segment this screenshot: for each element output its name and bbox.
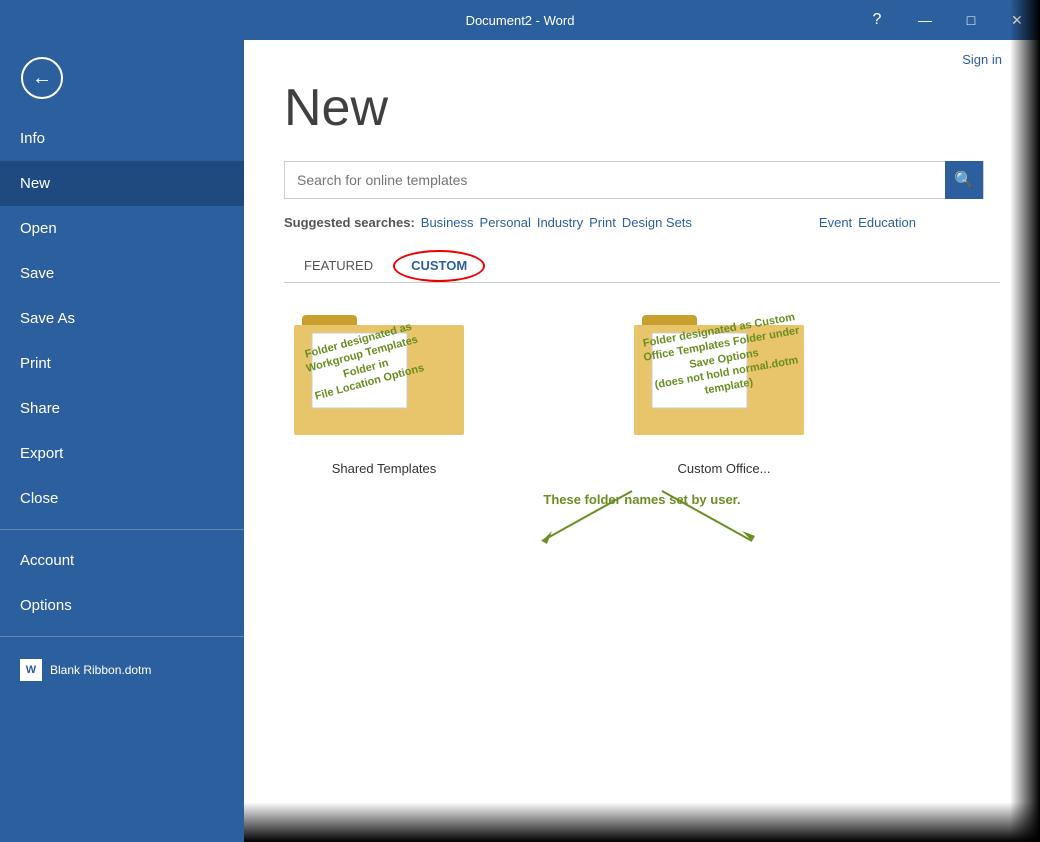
arrow-annotation-svg: These folder names set by user. (442, 486, 842, 556)
tab-featured[interactable]: FEATURED (284, 250, 393, 283)
search-input[interactable] (285, 162, 945, 198)
maximize-button[interactable]: □ (948, 0, 994, 40)
search-button[interactable]: 🔍 (945, 161, 983, 199)
arrow-annotation-container: These folder names set by user. (284, 486, 1000, 556)
suggested-label: Suggested searches: (284, 215, 415, 230)
window-controls: — □ ✕ (902, 0, 1040, 40)
folder-custom-office[interactable]: Folder designated as Custom Office Templ… (624, 313, 824, 476)
sidebar-item-save[interactable]: Save (0, 251, 244, 296)
templates-area: Folder designated as Workgroup Templates… (284, 313, 1000, 476)
sign-in-button[interactable]: Sign in (954, 48, 1010, 71)
pinned-doc-item[interactable]: W Blank Ribbon.dotm (0, 645, 244, 695)
suggested-business[interactable]: Business (421, 215, 474, 230)
sidebar-item-options[interactable]: Options (0, 583, 244, 628)
suggested-education[interactable]: Education (858, 215, 916, 230)
sidebar-item-share[interactable]: Share (0, 386, 244, 431)
word-doc-icon: W (20, 659, 42, 681)
suggested-searches: Suggested searches: Business Personal In… (284, 215, 1000, 230)
close-button[interactable]: ✕ (994, 0, 1040, 40)
sidebar-item-save-as[interactable]: Save As (0, 296, 244, 341)
app-container: ← Info New Open Save Save As Print Share… (0, 40, 1040, 842)
title-bar: Document2 - Word ? — □ ✕ (0, 0, 1040, 40)
sidebar-item-new[interactable]: New (0, 161, 244, 206)
folder-shared-templates[interactable]: Folder designated as Workgroup Templates… (284, 313, 484, 476)
suggested-personal[interactable]: Personal (480, 215, 531, 230)
pinned-doc-label: Blank Ribbon.dotm (50, 663, 151, 677)
sidebar-item-export[interactable]: Export (0, 431, 244, 476)
suggested-print[interactable]: Print (589, 215, 616, 230)
tab-custom[interactable]: CUSTOM (393, 250, 485, 282)
minimize-button[interactable]: — (902, 0, 948, 40)
folder-shared-name: Shared Templates (332, 461, 437, 476)
folder-custom-name: Custom Office... (678, 461, 771, 476)
sidebar: ← Info New Open Save Save As Print Share… (0, 40, 244, 842)
help-button[interactable]: ? (854, 0, 900, 40)
nav-divider-1 (0, 529, 244, 530)
sidebar-item-print[interactable]: Print (0, 341, 244, 386)
back-circle-icon: ← (21, 57, 63, 99)
suggested-design-sets[interactable]: Design Sets (622, 215, 692, 230)
sidebar-item-open[interactable]: Open (0, 206, 244, 251)
folder-custom-icon: Folder designated as Custom Office Templ… (634, 313, 814, 453)
svg-text:These folder names set by user: These folder names set by user. (543, 492, 740, 507)
window-title: Document2 - Word (466, 13, 575, 28)
nav-divider-2 (0, 636, 244, 637)
sidebar-item-account[interactable]: Account (0, 538, 244, 583)
sidebar-item-info[interactable]: Info (0, 116, 244, 161)
search-icon: 🔍 (954, 170, 974, 190)
tab-row: FEATURED CUSTOM (284, 250, 1000, 283)
suggested-industry[interactable]: Industry (537, 215, 583, 230)
page-title: New (284, 80, 1000, 137)
sidebar-item-close[interactable]: Close (0, 476, 244, 521)
suggested-event[interactable]: Event (819, 215, 852, 230)
search-bar: 🔍 (284, 161, 984, 199)
main-content: Sign in New 🔍 Suggested searches: Busine… (244, 40, 1040, 842)
folder-shared-icon: Folder designated as Workgroup Templates… (294, 313, 474, 453)
back-button[interactable]: ← (12, 48, 72, 108)
